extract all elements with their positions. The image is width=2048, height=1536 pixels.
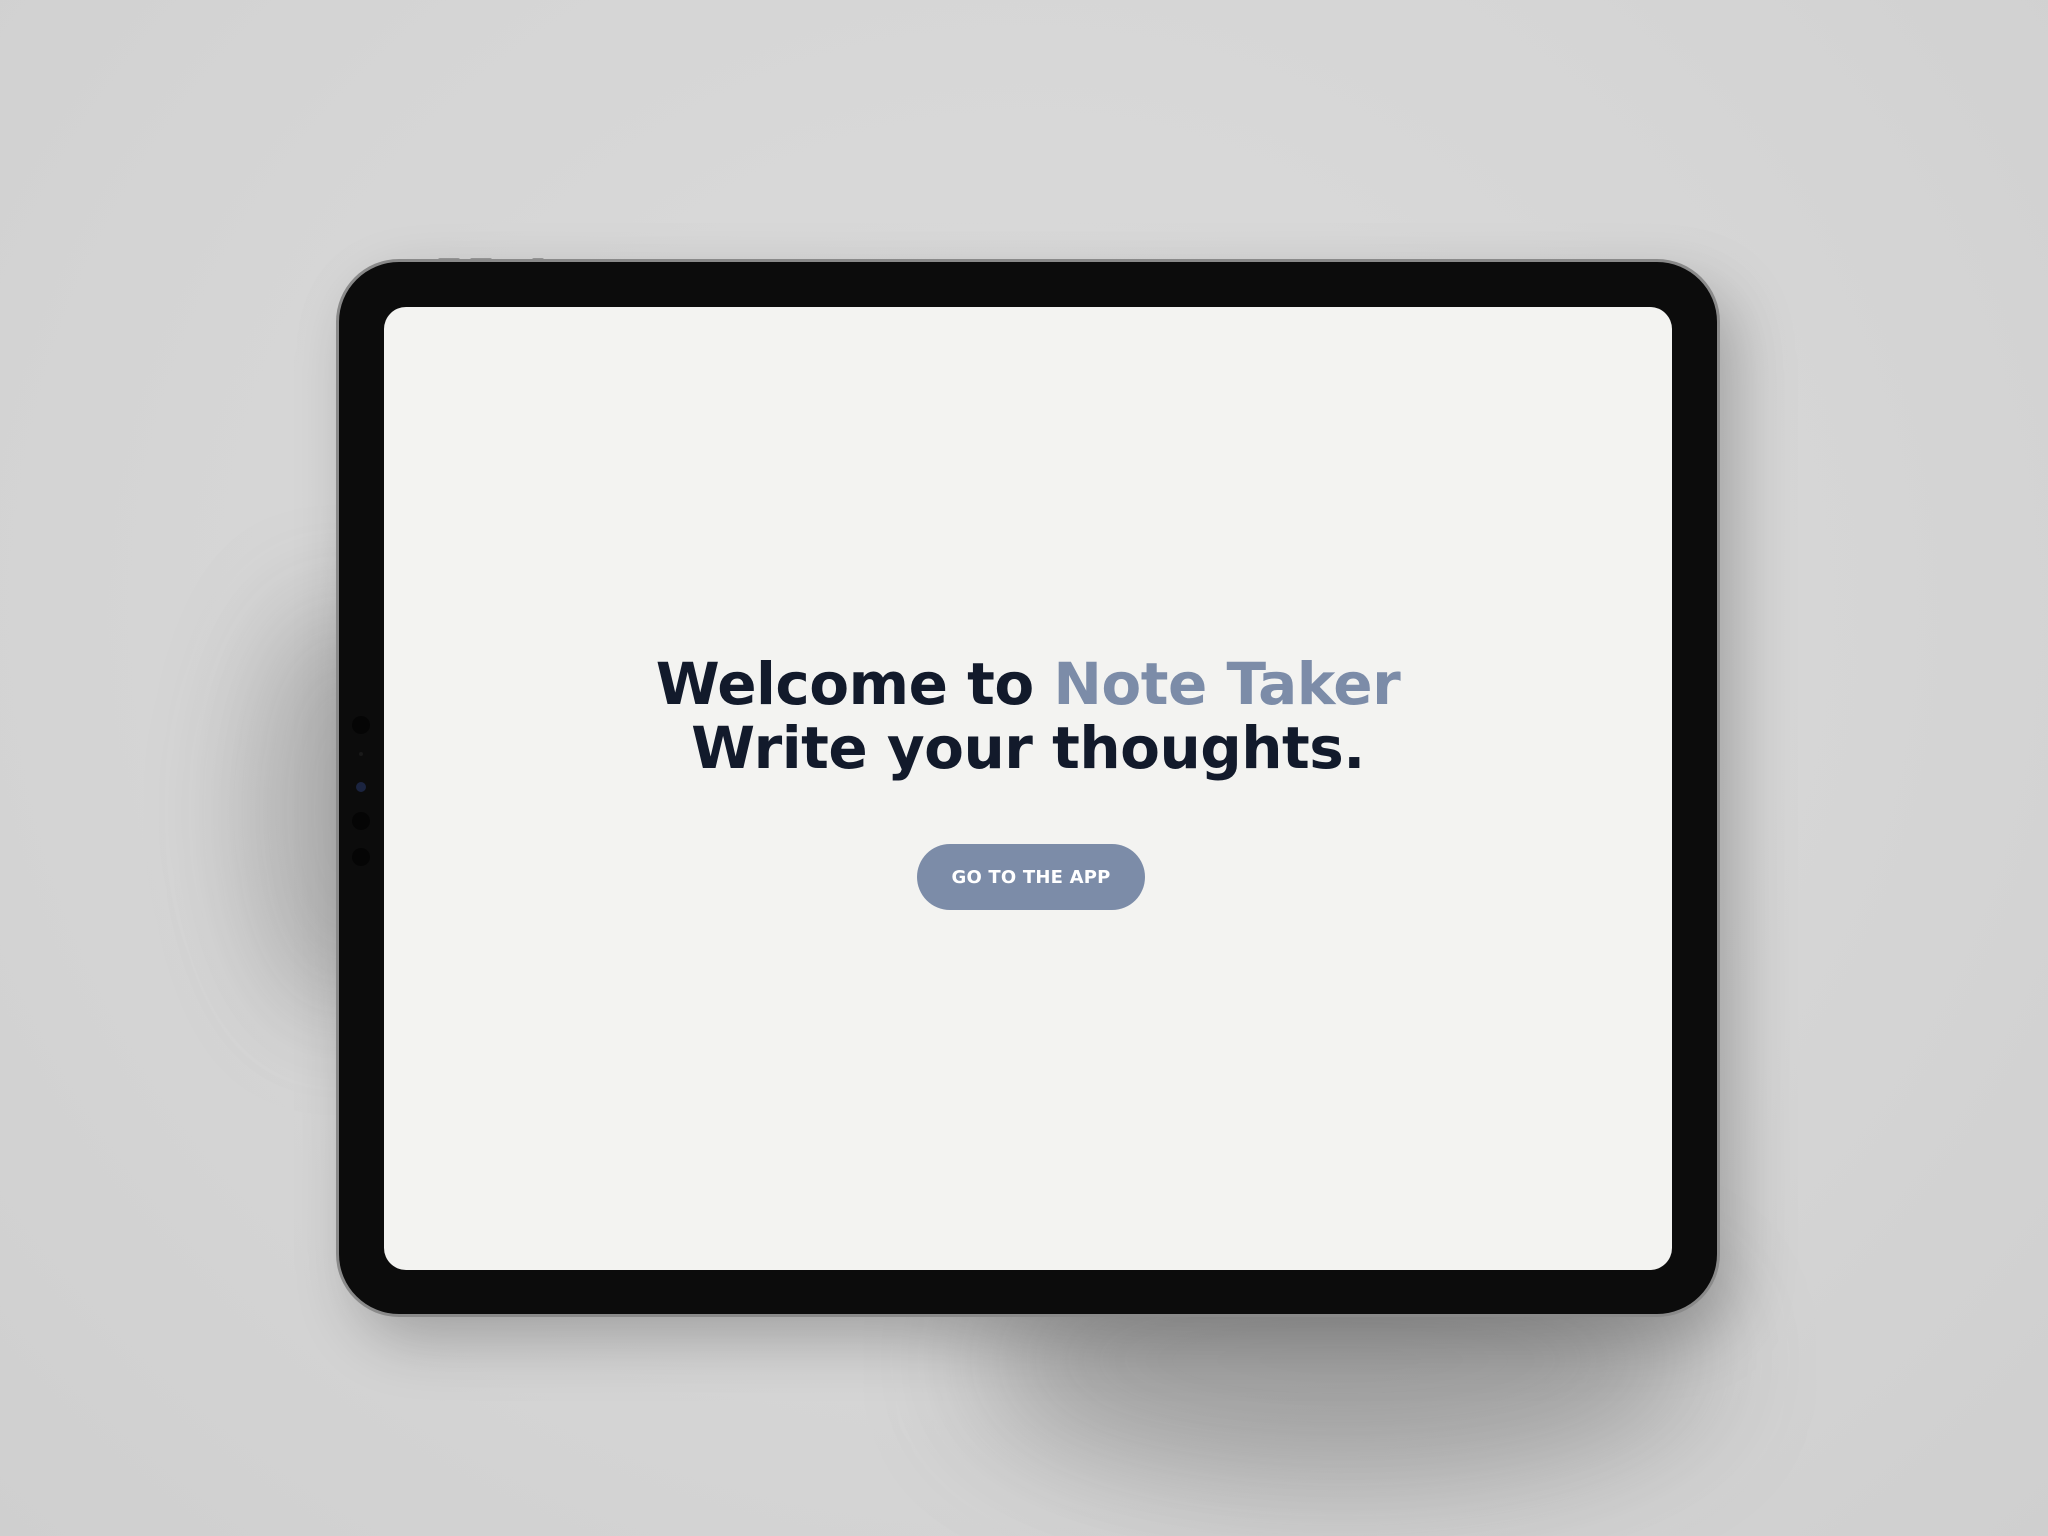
sensor-dot-3 [352, 812, 370, 830]
hero-heading: Welcome to Note Taker Write your thought… [384, 652, 1672, 780]
sensor-dot-1 [352, 716, 370, 734]
sensor-dot-2 [359, 752, 363, 756]
camera-lens-icon [356, 782, 366, 792]
hero-line-2: Write your thoughts. [691, 714, 1365, 782]
app-screen: Welcome to Note Taker Write your thought… [384, 307, 1672, 1270]
hero-line-1: Welcome to Note Taker [384, 652, 1672, 716]
sensor-dot-4 [352, 848, 370, 866]
hero-app-name: Note Taker [1053, 650, 1401, 718]
go-to-app-button[interactable]: GO TO THE APP [917, 844, 1145, 910]
hero-welcome-text: Welcome to [655, 650, 1054, 718]
